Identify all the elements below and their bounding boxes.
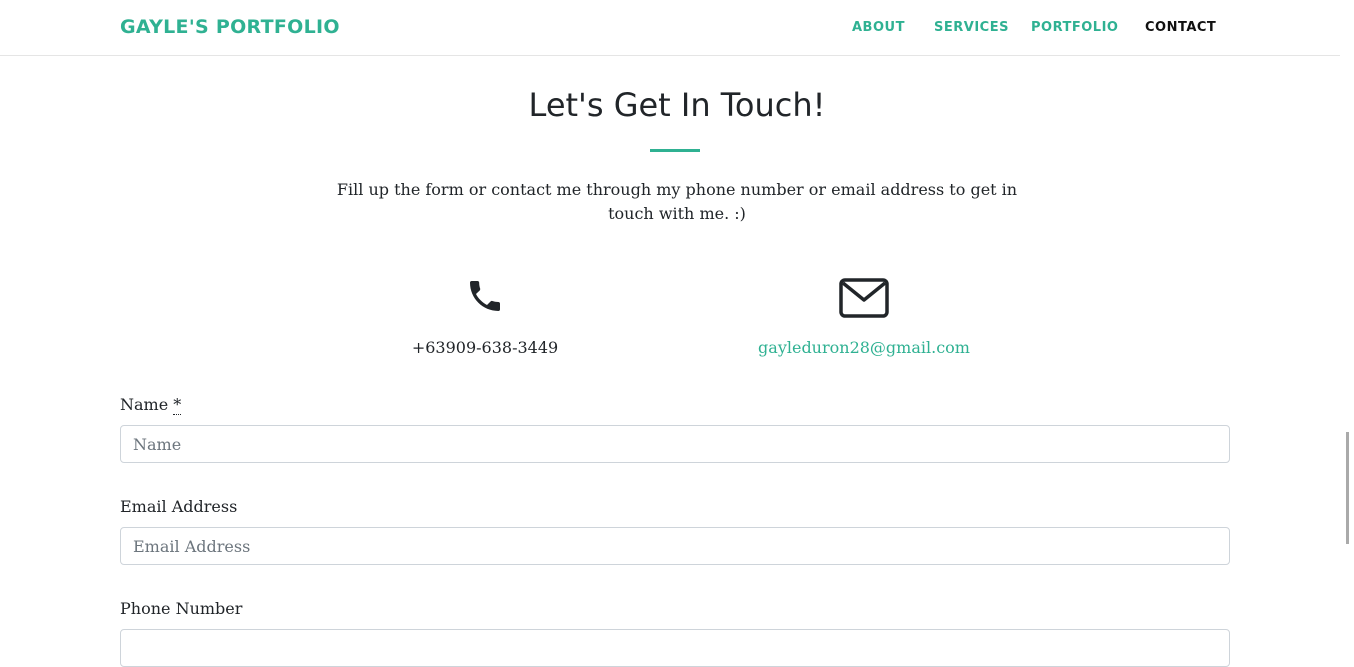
navbar: GAYLE'S PORTFOLIO ABOUT SERVICES PORTFOL…: [0, 0, 1354, 56]
phone-input[interactable]: [120, 629, 1230, 667]
email-input[interactable]: [120, 527, 1230, 565]
heading-divider: [650, 149, 700, 152]
nav-portfolio[interactable]: PORTFOLIO: [1031, 20, 1118, 35]
phone-label: Phone Number: [120, 599, 243, 618]
contact-lead-text: Fill up the form or contact me through m…: [336, 180, 1018, 223]
email-label: Email Address: [120, 497, 238, 516]
phone-icon: [464, 276, 506, 320]
required-mark: *: [173, 395, 182, 415]
nav-about[interactable]: ABOUT: [852, 20, 905, 35]
phone-number: +63909-638-3449: [411, 338, 559, 357]
nav-contact[interactable]: CONTACT: [1145, 20, 1216, 35]
nav-services[interactable]: SERVICES: [934, 20, 1009, 35]
name-input[interactable]: [120, 425, 1230, 463]
name-label: Name *: [120, 395, 182, 415]
envelope-icon: [839, 278, 889, 322]
email-link[interactable]: gayleduron28@gmail.com: [734, 338, 994, 357]
name-label-text: Name: [120, 395, 169, 414]
brand-link[interactable]: GAYLE'S PORTFOLIO: [120, 16, 340, 38]
contact-heading: Let's Get In Touch!: [528, 86, 826, 124]
scrollbar-thumb[interactable]: [1346, 432, 1349, 544]
